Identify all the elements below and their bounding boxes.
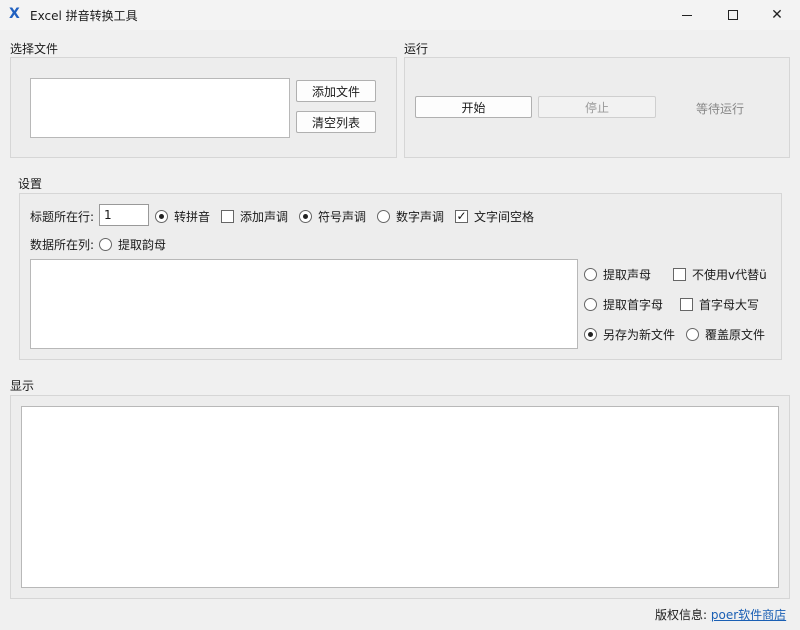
extract-first-letter-radio[interactable]: 提取首字母 (584, 296, 663, 313)
display-group-label: 显示 (10, 379, 35, 393)
first-letter-upper-checkbox[interactable]: 首字母大写 (680, 296, 759, 313)
overwrite-radio[interactable]: 覆盖原文件 (686, 326, 765, 343)
number-tone-radio[interactable]: 数字声调 (377, 208, 444, 225)
stop-button[interactable]: 停止 (538, 96, 656, 118)
word-space-checkbox[interactable]: ✓ 文字间空格 (455, 208, 534, 225)
file-group-label: 选择文件 (10, 42, 59, 56)
checkbox-icon (680, 298, 693, 311)
settings-group-label: 设置 (18, 177, 43, 191)
window-title: Excel 拼音转换工具 (30, 9, 138, 23)
radio-icon (99, 238, 112, 251)
save-as-new-radio[interactable]: 另存为新文件 (584, 326, 675, 343)
radio-icon (686, 328, 699, 341)
to-pinyin-radio[interactable]: 转拼音 (155, 208, 210, 225)
start-button[interactable]: 开始 (415, 96, 532, 118)
minimize-icon (682, 14, 692, 16)
add-file-button[interactable]: 添加文件 (296, 80, 376, 102)
extract-final-radio[interactable]: 提取韵母 (99, 236, 166, 253)
file-list[interactable] (30, 78, 290, 138)
display-output[interactable] (21, 406, 779, 588)
title-row-input[interactable]: 1 (99, 204, 149, 226)
x-icon: X (9, 6, 20, 22)
radio-selected-icon (155, 210, 168, 223)
clear-list-button[interactable]: 清空列表 (296, 111, 376, 133)
radio-icon (377, 210, 390, 223)
status-text: 等待运行 (696, 102, 745, 116)
minimize-button[interactable] (664, 0, 710, 30)
add-tone-checkbox[interactable]: 添加声调 (221, 208, 288, 225)
copyright-label: 版权信息: (655, 608, 708, 622)
radio-icon (584, 298, 597, 311)
checkbox-checked-icon: ✓ (455, 209, 468, 223)
title-row-label: 标题所在行: (30, 210, 95, 224)
run-group-label: 运行 (404, 42, 429, 56)
copyright-info: 版权信息: poer软件商店 (655, 606, 786, 623)
no-v-for-u-checkbox[interactable]: 不使用v代替ü (673, 266, 767, 283)
close-button[interactable]: ✕ (754, 0, 800, 30)
symbol-tone-radio[interactable]: 符号声调 (299, 208, 366, 225)
close-icon: ✕ (771, 7, 783, 23)
radio-selected-icon (299, 210, 312, 223)
checkbox-icon (673, 268, 686, 281)
radio-selected-icon (584, 328, 597, 341)
data-column-list[interactable] (30, 259, 578, 349)
data-col-label: 数据所在列: (30, 238, 95, 252)
title-bar: X Excel 拼音转换工具 ✕ (0, 0, 800, 30)
maximize-button[interactable] (710, 0, 756, 30)
store-link[interactable]: poer软件商店 (711, 608, 786, 622)
extract-initial-radio[interactable]: 提取声母 (584, 266, 651, 283)
radio-icon (584, 268, 597, 281)
checkbox-icon (221, 210, 234, 223)
maximize-icon (728, 10, 738, 20)
